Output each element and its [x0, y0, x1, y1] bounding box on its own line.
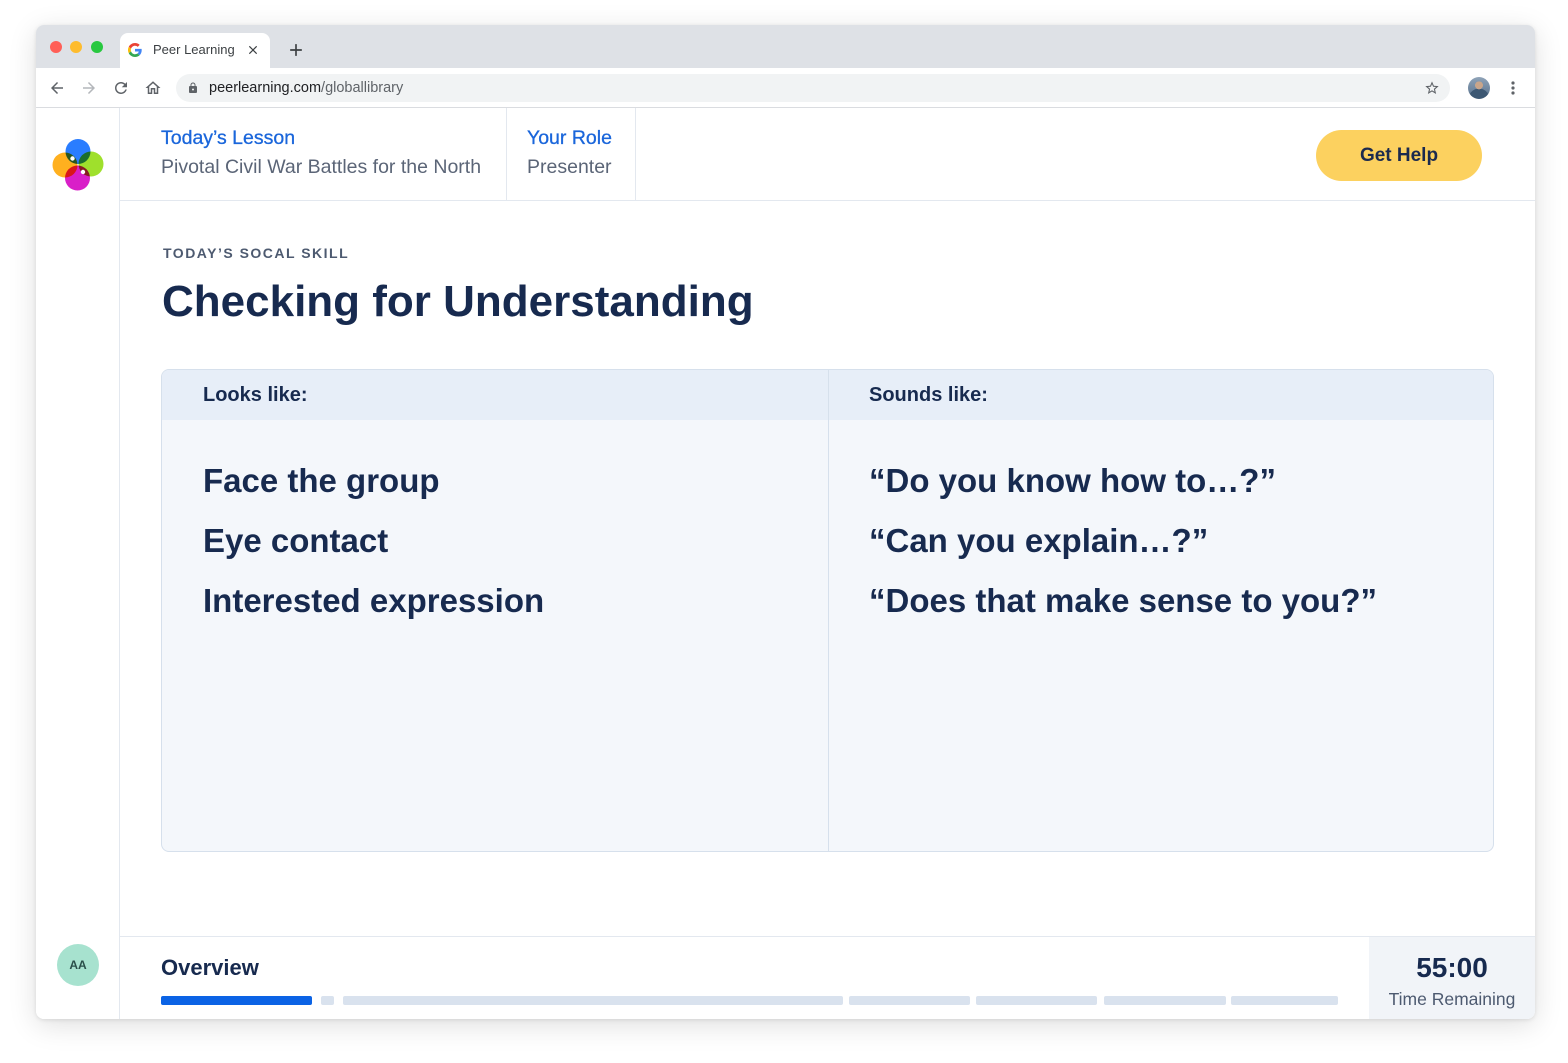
list-item: Eye contact	[203, 522, 389, 559]
role-info: Your Role Presenter	[507, 108, 636, 200]
minimize-window-button[interactable]	[70, 41, 82, 53]
column-heading: Looks like:	[203, 384, 308, 406]
skill-eyebrow: TODAY’S SOCAL SKILL	[163, 245, 350, 261]
list-item: Face the group	[203, 462, 440, 499]
column-header: Sounds like:	[829, 370, 1493, 420]
browser-window: Peer Learning peerlearning.com/globallib…	[36, 25, 1535, 1019]
looks-like-column: Looks like: Face the group Eye contact I…	[162, 370, 829, 851]
progress-segment-fill	[161, 996, 312, 1005]
page-title: Checking for Understanding	[162, 277, 754, 326]
list-item: “Do you know how to…?”	[869, 462, 1276, 499]
list-item: “Can you explain…?”	[869, 522, 1209, 559]
timer-label: Time Remaining	[1388, 989, 1516, 1009]
forward-arrow-icon[interactable]	[80, 79, 98, 97]
star-icon[interactable]	[1424, 80, 1440, 96]
back-arrow-icon[interactable]	[48, 79, 66, 97]
browser-toolbar: peerlearning.com/globallibrary	[36, 68, 1535, 108]
home-icon[interactable]	[144, 79, 162, 97]
column-items: Face the group Eye contact Interested ex…	[203, 461, 544, 641]
kebab-menu-icon[interactable]	[1505, 80, 1521, 96]
url-path: /globallibrary	[321, 80, 404, 96]
timer-panel: 55:00 Time Remaining	[1369, 937, 1535, 1019]
timer-value: 55:00	[1416, 952, 1488, 983]
main-content: Today’s Lesson Pivotal Civil War Battles…	[120, 108, 1535, 1019]
sidebar: AA	[36, 108, 120, 1019]
maximize-window-button[interactable]	[91, 41, 103, 53]
column-items: “Do you know how to…?” “Can you explain……	[869, 461, 1377, 641]
progress-segment	[343, 996, 843, 1005]
app-area: AA Today’s Lesson Pivotal Civil War Batt…	[36, 108, 1535, 1019]
section-label: Overview	[161, 955, 259, 980]
address-bar[interactable]: peerlearning.com/globallibrary	[176, 74, 1450, 102]
column-heading: Sounds like:	[869, 384, 988, 406]
url-domain: peerlearning.com	[209, 80, 322, 96]
reload-icon[interactable]	[112, 79, 130, 97]
sounds-like-column: Sounds like: “Do you know how to…?” “Can…	[829, 370, 1493, 851]
progress-segment	[1104, 996, 1226, 1005]
url-text[interactable]: peerlearning.com/globallibrary	[209, 74, 403, 102]
user-avatar[interactable]: AA	[57, 944, 99, 986]
progress-segment	[161, 996, 312, 1005]
progress-segment	[976, 996, 1097, 1005]
lock-icon[interactable]	[187, 82, 199, 94]
progress-segment	[849, 996, 970, 1005]
google-g-icon	[128, 43, 142, 57]
browser-tab[interactable]: Peer Learning	[120, 33, 270, 68]
role-label: Your Role	[527, 127, 612, 149]
progress-footer: Overview 55:00 Time Remaining	[120, 936, 1535, 1019]
list-item: Interested expression	[203, 582, 545, 619]
lesson-header: Today’s Lesson Pivotal Civil War Battles…	[120, 108, 1535, 201]
close-window-button[interactable]	[50, 41, 62, 53]
close-icon[interactable]	[246, 43, 260, 57]
progress-segment	[321, 996, 334, 1005]
column-header: Looks like:	[162, 370, 828, 420]
skill-table: Looks like: Face the group Eye contact I…	[161, 369, 1494, 852]
tab-title: Peer Learning	[153, 42, 235, 57]
lesson-label: Today’s Lesson	[161, 127, 296, 149]
plus-icon[interactable]	[286, 40, 306, 60]
app-logo-icon[interactable]	[52, 139, 104, 191]
role-value: Presenter	[527, 156, 612, 178]
lesson-title: Pivotal Civil War Battles for the North	[161, 156, 482, 178]
browser-profile-avatar[interactable]	[1468, 77, 1490, 99]
list-item: “Does that make sense to you?”	[869, 582, 1377, 619]
lesson-info: Today’s Lesson Pivotal Civil War Battles…	[120, 108, 507, 200]
tab-strip: Peer Learning	[36, 25, 1535, 68]
get-help-button[interactable]: Get Help	[1316, 130, 1482, 181]
progress-segment	[1231, 996, 1338, 1005]
